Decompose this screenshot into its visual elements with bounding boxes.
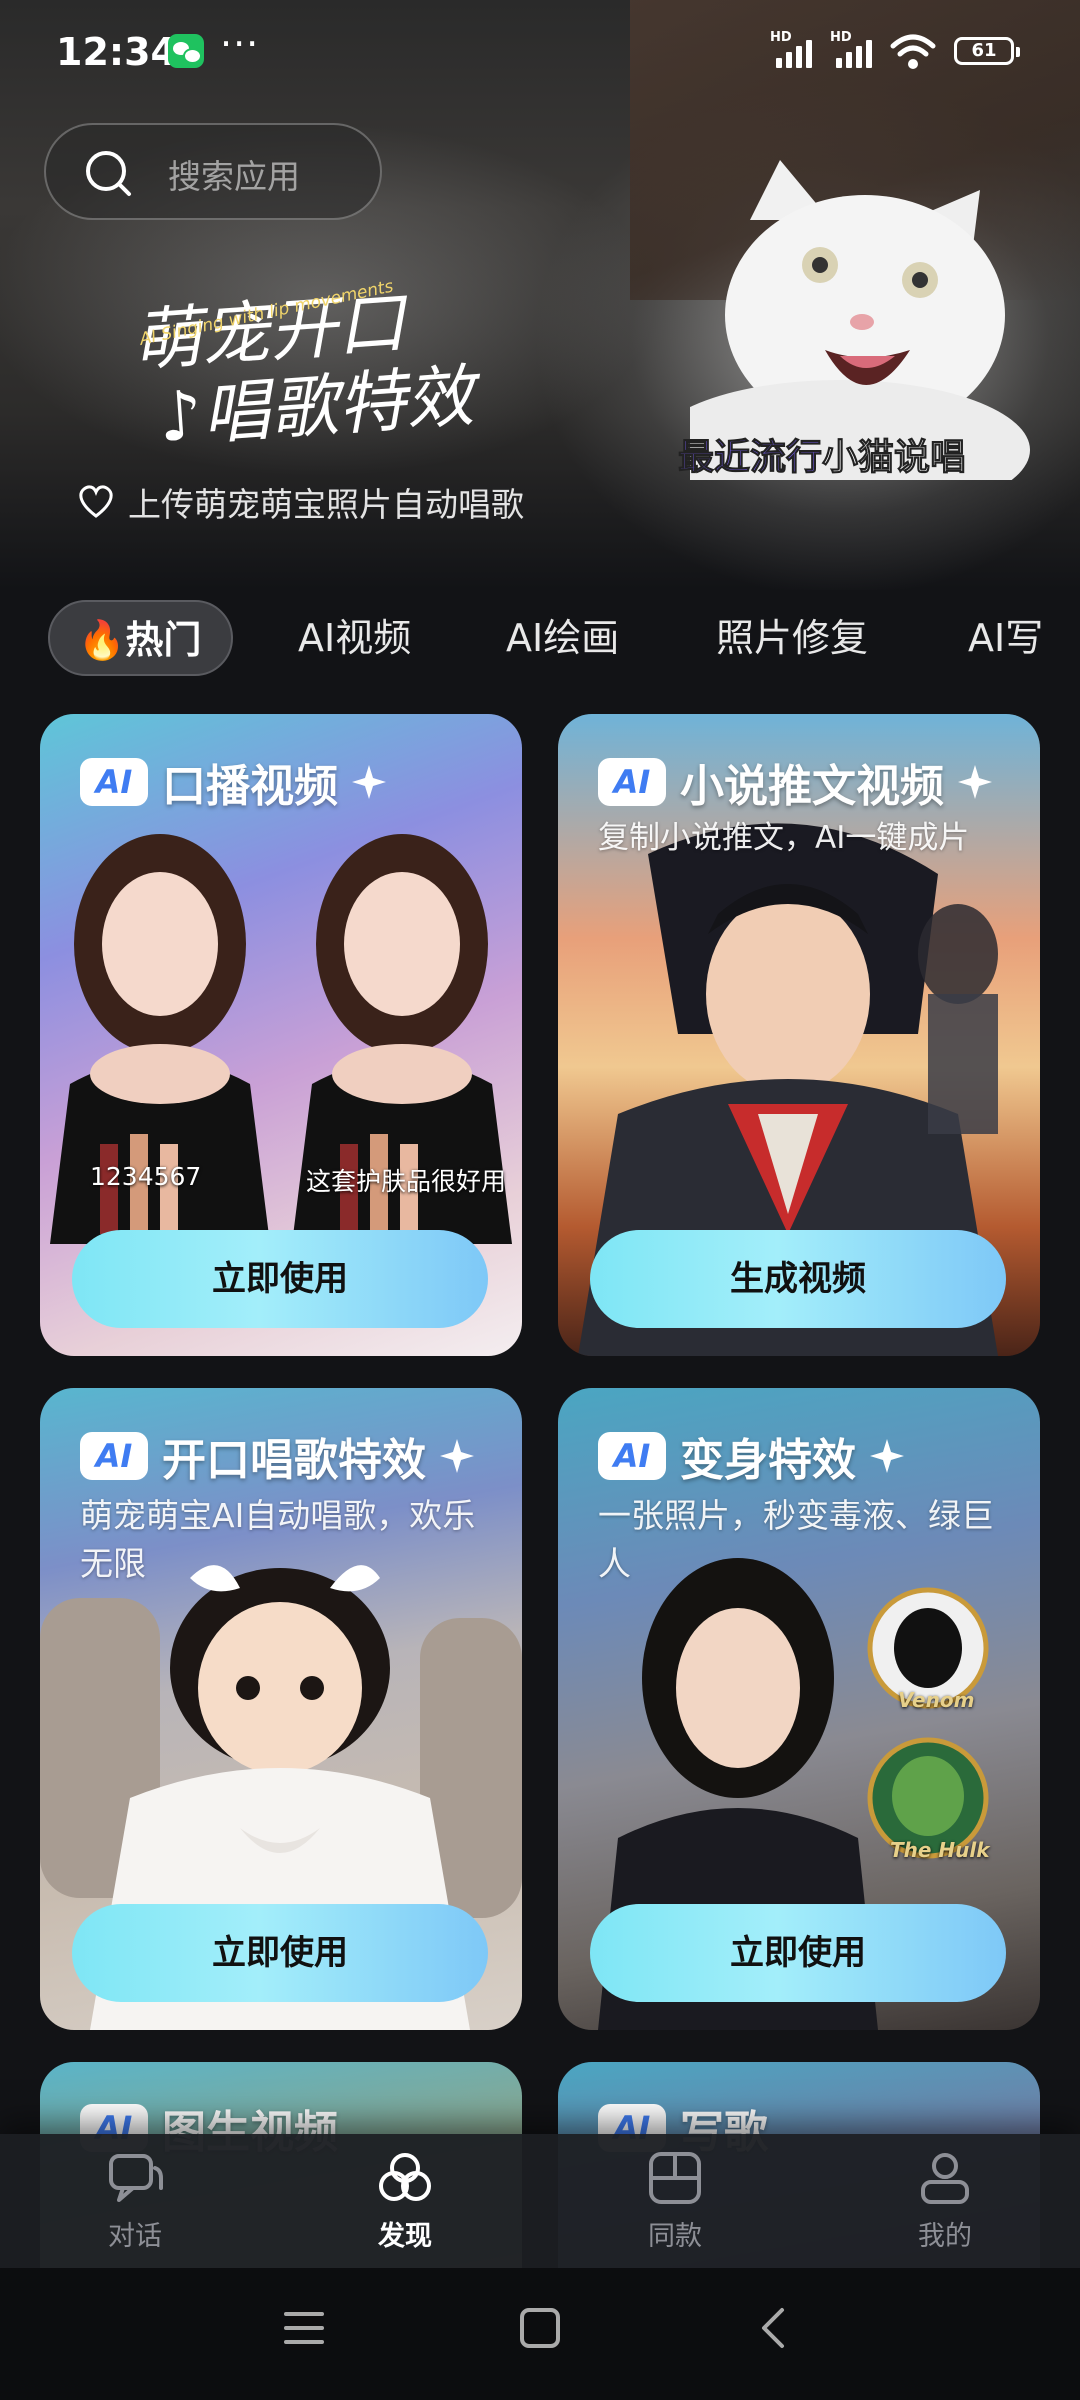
sticker-venom-label: Venom: [898, 1688, 975, 1712]
nav-label: 对话: [108, 2221, 162, 2252]
card-title-row: AI 小说推文视频: [598, 754, 992, 812]
wechat-notification-icon: [168, 34, 204, 68]
tab-hot[interactable]: 🔥热门: [48, 600, 234, 676]
sparkle-icon: [870, 1439, 904, 1473]
hero-description: 上传萌宠萌宝照片自动唱歌: [128, 485, 524, 524]
back-icon[interactable]: [752, 2306, 796, 2350]
hero-tag-accent: 最近流行: [677, 437, 823, 479]
sparkle-icon: [352, 765, 386, 799]
card-title: 口播视频: [162, 761, 338, 812]
cellular-signal-icon-2: HD: [830, 30, 886, 70]
generate-video-button[interactable]: 生成视频: [590, 1230, 1006, 1328]
card-transform-effect[interactable]: Venom The Hulk AI 变身特效 一张照片，秒变毒液、绿巨人 立即使…: [558, 1388, 1040, 2030]
profile-icon: [921, 2153, 969, 2204]
sparkle-icon: [958, 765, 992, 799]
cellular-signal-icon: HD: [770, 30, 826, 70]
card-singing-effect[interactable]: AI 开口唱歌特效 萌宠萌宝AI自动唱歌，欢乐无限 立即使用: [40, 1388, 522, 2030]
card-title-row: AI 变身特效: [598, 1428, 904, 1486]
status-time: 12:34: [56, 30, 177, 74]
ai-badge: AI: [80, 1432, 148, 1480]
card-title: 小说推文视频: [680, 761, 944, 812]
ai-badge: AI: [598, 1432, 666, 1480]
card-description: 一张照片，秒变毒液、绿巨人: [598, 1496, 994, 1583]
tab-photo-restore[interactable]: 照片修复: [716, 600, 868, 676]
card-title: 开口唱歌特效: [162, 1435, 426, 1486]
nav-label: 同款: [648, 2221, 702, 2252]
nav-discover[interactable]: 发现: [335, 2148, 475, 2258]
ai-badge: AI: [598, 758, 666, 806]
wifi-icon: [890, 34, 936, 69]
home-icon[interactable]: [518, 2306, 562, 2350]
nav-label: 发现: [378, 2221, 432, 2252]
card-novel-video[interactable]: AI 小说推文视频 复制小说推文，AI一键成片 生成视频: [558, 714, 1040, 1356]
template-icon: [649, 2152, 701, 2204]
tab-ai-video[interactable]: AI视频: [298, 600, 411, 676]
caption-right: 这套护肤品很好用: [306, 1167, 507, 1196]
nav-template[interactable]: 同款: [605, 2148, 745, 2258]
use-now-button[interactable]: 立即使用: [72, 1904, 488, 2002]
more-notifications-icon: ···: [220, 22, 260, 66]
search-input[interactable]: 搜索应用: [44, 123, 382, 220]
sticker-hulk-label: The Hulk: [890, 1838, 990, 1862]
sparkle-icon: [440, 1439, 474, 1473]
discover-icon: [379, 2153, 431, 2201]
card-description: 萌宠萌宝AI自动唱歌，欢乐无限: [80, 1496, 476, 1583]
card-title-row: AI 口播视频: [80, 754, 386, 812]
search-icon: [86, 151, 131, 196]
card-voiceover-video[interactable]: AI 口播视频 1234567 这套护肤品很好用 立即使用: [40, 714, 522, 1356]
hero-tag-text: 小猫说唱: [822, 437, 967, 479]
nav-profile[interactable]: 我的: [875, 2148, 1015, 2258]
system-navigation-bar: [0, 2268, 1080, 2400]
card-title-row: AI 开口唱歌特效: [80, 1428, 474, 1486]
hero-trending-tag: 最近流行小猫说唱: [677, 428, 967, 480]
nav-chat[interactable]: 对话: [65, 2148, 205, 2258]
chat-icon: [109, 2154, 163, 2202]
status-bar: 12:34 ··· HD HD 61: [0, 0, 1080, 100]
use-now-button[interactable]: 立即使用: [590, 1904, 1006, 2002]
ai-badge: AI: [80, 758, 148, 806]
use-now-button[interactable]: 立即使用: [72, 1230, 488, 1328]
hero-banner[interactable]: 12:34 ··· HD HD 61 搜索应用 萌宠开口 ♪唱歌特效 AI Si…: [0, 0, 1080, 590]
battery-icon: 61: [954, 37, 1020, 65]
bottom-navigation: 对话 发现 同款 我的: [0, 2134, 1080, 2268]
caption-left: 1234567: [90, 1162, 202, 1191]
search-placeholder: 搜索应用: [168, 157, 300, 196]
nav-label: 我的: [918, 2221, 972, 2252]
heart-icon: [79, 485, 113, 518]
card-title: 变身特效: [680, 1435, 856, 1486]
card-description: 复制小说推文，AI一键成片: [598, 820, 970, 856]
category-tabs: 🔥热门 AI视频 AI绘画 照片修复 AI写真: [0, 600, 1080, 684]
tab-ai-painting[interactable]: AI绘画: [506, 600, 619, 676]
menu-icon[interactable]: [282, 2306, 326, 2350]
tab-ai-portrait[interactable]: AI写真: [968, 600, 1080, 676]
